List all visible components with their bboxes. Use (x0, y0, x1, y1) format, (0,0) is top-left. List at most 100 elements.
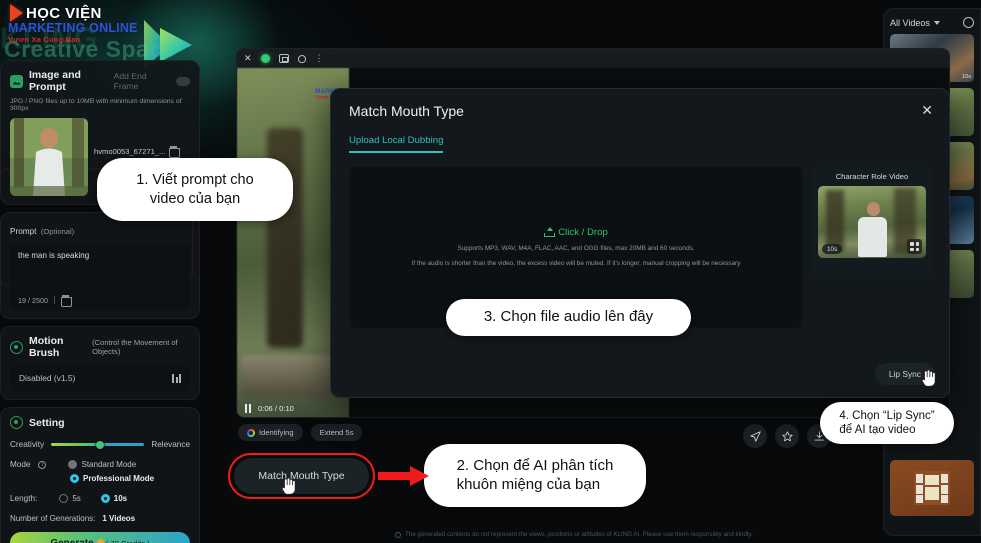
more-vertical-icon[interactable]: ⋮ (315, 53, 324, 64)
motion-brush-header: Motion Brush (Control the Movement of Ob… (10, 335, 190, 359)
radio-5s-indicator (59, 494, 69, 503)
status-chips: Identifying Extend 5s (238, 424, 363, 441)
callout-step-4: 4. Chọn “Lip Sync” để AI tạo video (820, 402, 954, 444)
radio-professional-mode[interactable]: Professional Mode (70, 474, 154, 483)
cursor-pointer-match-mouth-type (281, 477, 296, 495)
thumb-tree-left (826, 190, 844, 252)
video-frame-bench (242, 355, 342, 397)
brand-line-2: MARKETING ONLINE (8, 21, 138, 35)
send-icon[interactable] (743, 424, 767, 448)
generate-label: Generate (50, 537, 94, 543)
standard-mode-label: Standard Mode (81, 460, 137, 469)
sliders-icon (172, 373, 181, 383)
uploaded-image-thumbnail[interactable] (10, 118, 88, 196)
creativity-slider-row: Creativity Relevance (10, 440, 190, 449)
callout-2-line-2: khuôn miệng của bạn (456, 475, 601, 493)
motion-brush-card: Motion Brush (Control the Movement of Ob… (0, 326, 200, 400)
motion-brush-title: Motion Brush (29, 335, 64, 359)
disclaimer-text: The generated contents do not represent … (405, 531, 753, 538)
click-drop-label[interactable]: Click / Drop (544, 227, 608, 238)
callout-4-line-1: 4. Chọn “Lip Sync” (839, 409, 935, 422)
thumb-person-body (858, 217, 887, 257)
radio-professional-indicator (70, 474, 79, 483)
tab-upload-local-dubbing[interactable]: Upload Local Dubbing (349, 135, 444, 153)
star-icon[interactable] (775, 424, 799, 448)
dropzone-help-line-1: Supports MP3, WAV, M4A, FLAC, AAC, and O… (457, 244, 695, 252)
video-controls[interactable]: 0:06 / 0:10 (245, 404, 294, 413)
upload-icon (544, 227, 556, 238)
add-end-frame-toggle[interactable] (176, 76, 191, 86)
radio-length-5s[interactable]: 5s (59, 494, 81, 503)
generate-credits: ( 70 Credits ) (96, 538, 150, 543)
length-5s-label: 5s (72, 494, 81, 503)
uploaded-file-name: hvmo0053_67271_... (94, 146, 166, 156)
prompt-input[interactable]: the man is speaking 19 / 2500 (10, 244, 190, 310)
video-item-duration: 10s (961, 74, 971, 80)
prompt-footer: 19 / 2500 (18, 295, 72, 307)
motion-brush-value: Disabled (v1.5) (19, 373, 76, 383)
add-end-frame-label[interactable]: Add End Frame (114, 71, 166, 91)
modal-title: Match Mouth Type (349, 103, 464, 119)
coin-icon (96, 538, 104, 543)
motion-brush-subtitle: (Control the Movement of Objects) (92, 338, 178, 356)
video-time: 0:06 / 0:10 (258, 404, 294, 413)
chevron-down-icon (933, 20, 940, 25)
callout-2-line-1: 2. Chọn để AI phân tích (456, 456, 614, 474)
length-row: Length: 5s 10s (10, 494, 190, 503)
prompt-label: Prompt (10, 227, 37, 236)
radio-10s-indicator (100, 494, 110, 503)
slider-knob[interactable] (95, 440, 104, 449)
creativity-label: Creativity (10, 440, 45, 449)
brand-watermark: HỌC VIỆN MARKETING ONLINE Vươn Xa Cùng B… (8, 4, 198, 59)
character-role-video-thumbnail[interactable]: 10s (818, 186, 926, 258)
record-dot-icon[interactable] (260, 54, 270, 63)
relevance-label: Relevance (151, 440, 190, 449)
info-icon[interactable]: i (38, 460, 47, 469)
creativity-slider[interactable] (51, 440, 145, 449)
delete-image-icon[interactable] (169, 146, 181, 158)
character-role-video-title: Character Role Video (835, 172, 909, 181)
professional-mode-label: Professional Mode (83, 474, 155, 483)
match-mouth-type-modal: Match Mouth Type ✕ Upload Local Dubbing … (330, 88, 950, 398)
prompt-card: Prompt (Optional) the man is speaking 19… (0, 212, 200, 319)
pause-icon[interactable] (245, 404, 251, 413)
prompt-optional-label: (Optional) (40, 227, 75, 236)
motion-brush-select[interactable]: Disabled (v1.5) (10, 365, 190, 391)
grid-icon[interactable] (907, 239, 922, 254)
generate-button[interactable]: Generate ( 70 Credits ) (10, 532, 190, 543)
image-prompt-header: Image and Prompt Add End Frame (10, 69, 191, 93)
callout-step-2: 2. Chọn để AI phân tích khuôn miệng của … (424, 444, 646, 507)
cursor-pointer-lip-sync (921, 369, 936, 387)
image-prompt-title: Image and Prompt (29, 69, 81, 93)
mode-row-professional: Professional Mode (10, 474, 190, 483)
brand-line-1: HỌC VIỆN (26, 4, 102, 22)
prompt-char-count: 19 / 2500 (18, 295, 48, 305)
gear-icon[interactable] (963, 17, 974, 28)
chip-identifying[interactable]: Identifying (238, 424, 303, 441)
play-logo-icon (10, 4, 23, 22)
videos-sidebar-header: All Videos (890, 17, 974, 28)
thumb-person-head (866, 202, 880, 216)
chip-extend-label: Extend 5s (319, 428, 354, 437)
callout-step-3: 3. Chọn file audio lên đây (446, 299, 691, 336)
mode-label: Mode (10, 460, 31, 469)
num-gen-value[interactable]: 1 Videos (102, 514, 135, 523)
all-videos-dropdown[interactable]: All Videos (890, 18, 940, 28)
dropzone-help-line-2: If the audio is shorter than the video, … (411, 260, 741, 267)
left-settings-panel: Image and Prompt Add End Frame JPG / PNG… (0, 60, 200, 543)
uploaded-file-meta: hvmo0053_67271_... (94, 118, 190, 158)
screenshot-icon[interactable] (278, 54, 289, 63)
length-label: Length: (10, 494, 38, 503)
callout-1-line-1: 1. Viết prompt cho (136, 172, 254, 189)
match-mouth-type-button[interactable]: Match Mouth Type (234, 458, 369, 494)
chip-extend-5s[interactable]: Extend 5s (310, 424, 363, 441)
gallery-thumbnail (914, 471, 950, 505)
radio-length-10s[interactable]: 10s (100, 494, 127, 503)
clear-prompt-icon[interactable] (60, 295, 72, 307)
radio-standard-mode[interactable]: Standard Mode (68, 460, 136, 469)
list-item[interactable] (890, 460, 974, 516)
close-icon[interactable]: ✕ (244, 54, 252, 63)
close-icon[interactable]: ✕ (921, 103, 933, 117)
app-root: KLING Creative Space HỌC VIỆN MARKETING … (0, 0, 981, 543)
lightbulb-icon[interactable] (297, 54, 306, 63)
